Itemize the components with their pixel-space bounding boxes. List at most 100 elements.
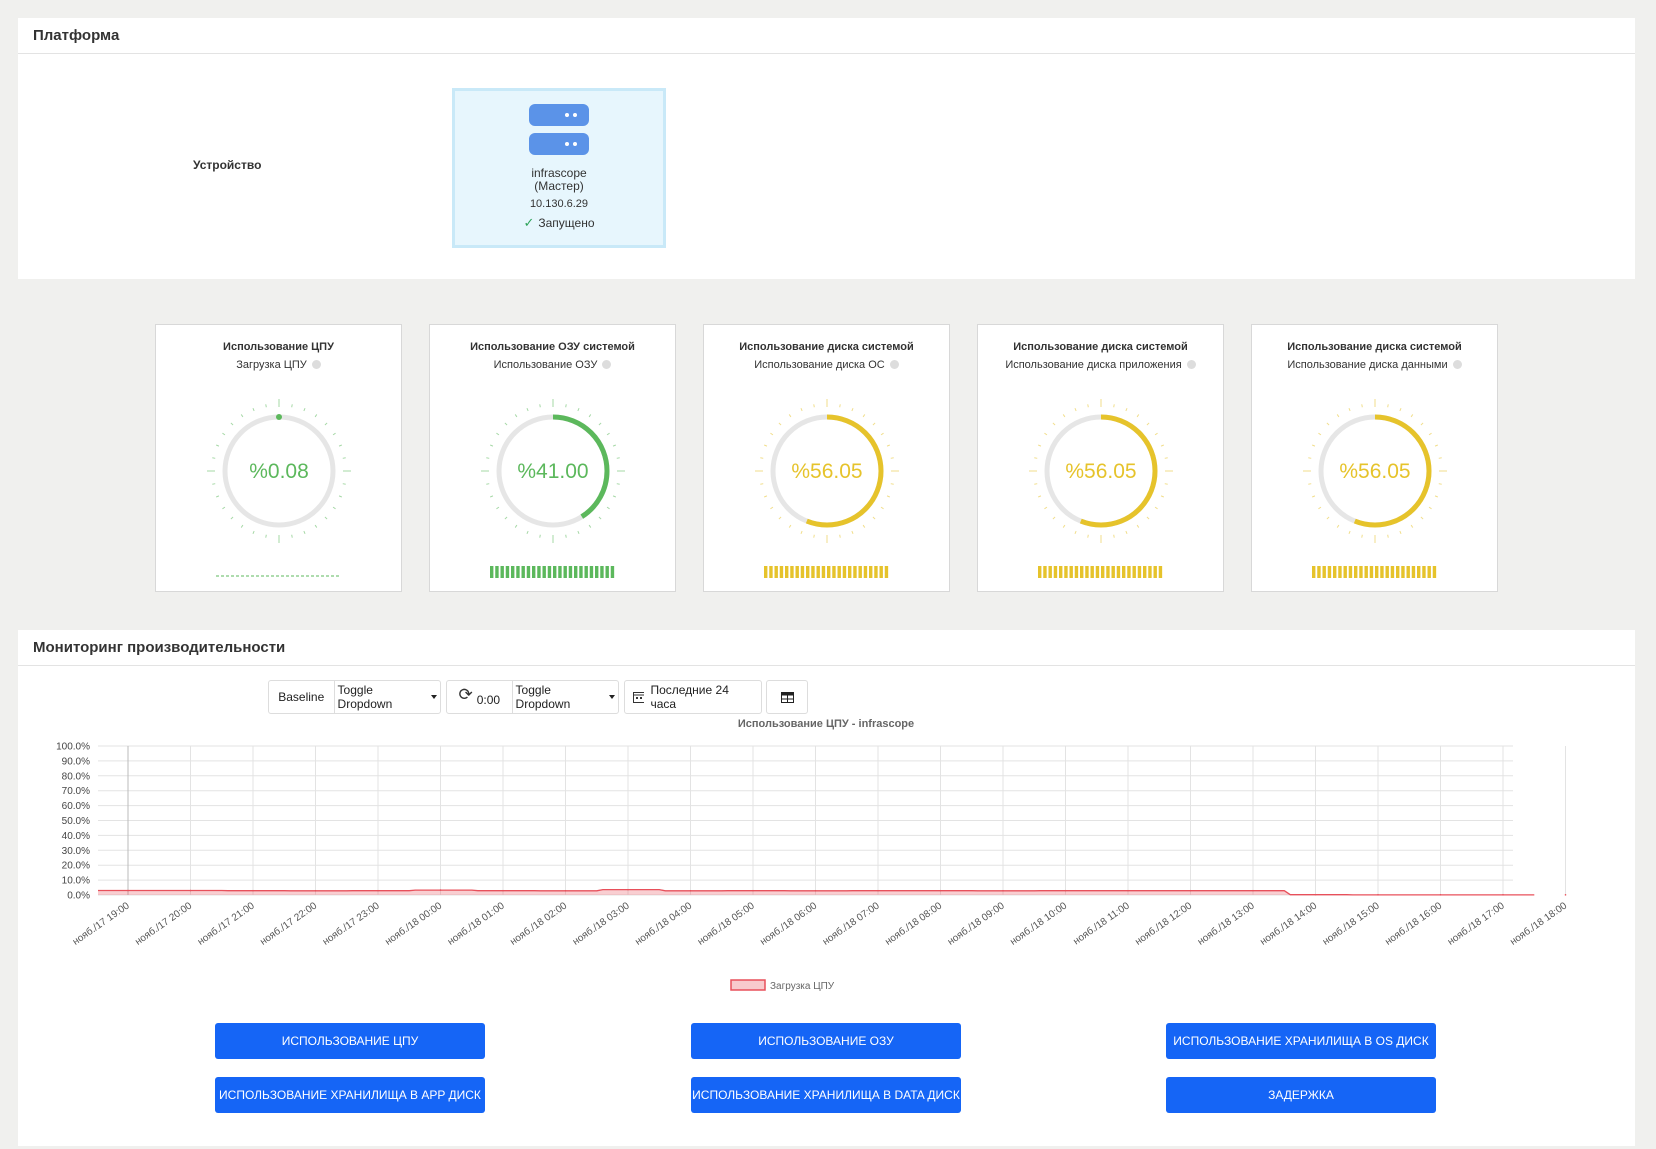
gauge-bar-segment [869, 566, 873, 578]
chart-grid [98, 745, 1566, 896]
gauge-bar-segment [1364, 566, 1368, 578]
gauge-tick [1160, 495, 1165, 498]
gauge-tick [1164, 483, 1168, 485]
status-dot-icon [1452, 360, 1462, 369]
gauge-tick [565, 534, 567, 538]
gauge-tick [514, 414, 518, 418]
gauge-value-text: %56.05 [791, 460, 862, 483]
gauge-tick [880, 432, 884, 436]
cpu-usage-button[interactable]: Использование ЦПУ [215, 1023, 485, 1059]
gauge-tick [1361, 534, 1363, 538]
series-point [314, 890, 317, 892]
gauge-bar [490, 566, 615, 578]
gauge-bar-segment [495, 566, 499, 578]
gauge-bar-segment [1432, 566, 1437, 578]
gauge-value-text: %0.08 [249, 460, 309, 483]
device-card[interactable]: infrascope (Мастер) 10.130.6.29 ✓ Запуще… [452, 88, 666, 248]
gauge-bar-segment [584, 566, 588, 578]
gauge-bar-segment [1116, 566, 1121, 578]
gauge-bar-segment [605, 566, 609, 578]
gauge-bar [1312, 566, 1437, 578]
data-disk-storage-button[interactable]: Использование хранилища в DATA диск [691, 1077, 961, 1113]
gauge-title: Использование ОЗУ системой [470, 341, 635, 353]
gauge-bar-segment [521, 566, 525, 578]
gauge-dial: %56.05 [755, 399, 899, 543]
gauge-bar-segment [1411, 566, 1416, 578]
gauge-bar-segment [879, 566, 883, 578]
gauge-tick [778, 516, 782, 520]
series-point [814, 890, 817, 892]
gauge-subtitle: Использование диска данными [1252, 359, 1497, 371]
gauge-bar-segment [1064, 566, 1068, 578]
os-disk-storage-button[interactable]: Использование хранилища в OS диск [1166, 1023, 1436, 1059]
y-tick-label: 50.0% [62, 816, 90, 827]
gauge-tick [890, 457, 894, 459]
gauge-tick [1308, 457, 1312, 459]
gauge-tick [489, 495, 494, 498]
gauge-tick [1044, 506, 1048, 510]
gauge-tick [1136, 414, 1140, 418]
gauge-bar-segment [600, 566, 604, 578]
x-tick-label: нояб./18 05:00 [695, 899, 757, 947]
x-tick-label: нояб./18 07:00 [820, 899, 882, 947]
gauge-tick [222, 432, 226, 436]
gauge-tick [788, 414, 792, 418]
gauge-tick [291, 534, 293, 538]
legend-label: Загрузка ЦПУ [770, 981, 835, 992]
legend-swatch [730, 979, 766, 991]
gauge-bar-segment [595, 566, 599, 578]
gauge-subtitle-text: Использование диска ОС [754, 359, 885, 371]
latency-button[interactable]: Задержка [1166, 1077, 1436, 1113]
gauge-bar-segment [764, 566, 768, 578]
series-point [939, 889, 942, 892]
gauge-tick [303, 530, 306, 535]
gauge-tick [1336, 524, 1340, 528]
gauge-tick [496, 506, 500, 510]
chart-legend[interactable]: Загрузка ЦПУ [730, 979, 835, 992]
gauge-tick [886, 444, 891, 447]
x-tick-label: нояб./18 10:00 [1008, 899, 1070, 947]
gauge-tick [565, 404, 567, 408]
gauge-bar-segment [516, 566, 520, 578]
gauge-tick [1154, 506, 1158, 510]
gauge-bar-segment [874, 566, 878, 578]
status-dot-icon [889, 360, 899, 369]
gauge-tick [1087, 534, 1089, 538]
gauge-tick [240, 524, 244, 528]
gauge-tick [1428, 432, 1432, 436]
gauge-tick [514, 524, 518, 528]
x-tick-label: нояб./18 06:00 [758, 899, 820, 947]
gauge-bar-segment [1143, 566, 1147, 578]
gauge-tick [1434, 495, 1439, 498]
chart-y-axis: 100.0% 90.0% 80.0% 70.0% 60.0% 50.0% 40.0% 30.0… [56, 742, 90, 902]
gauge-bar-segment [568, 566, 573, 578]
cpu-usage-chart: Использование ЦПУ - infrascope 100.0% 90.… [56, 718, 1569, 992]
gauge-bar-segment [821, 566, 826, 578]
gauge-bar-segment [1106, 566, 1110, 578]
x-tick-label: нояб./18 17:00 [1445, 899, 1507, 947]
gauge-bar-segment [1122, 566, 1126, 578]
gauge-tick [1318, 432, 1322, 436]
gauge-bar-segment [563, 566, 567, 578]
gauge-value-text: %56.05 [1065, 460, 1136, 483]
gauge-bar-segment [806, 566, 810, 578]
gauge-bar-segment [1333, 566, 1337, 578]
gauge-bar-segment [1354, 566, 1358, 578]
gauge-tick [788, 524, 792, 528]
gauge-tick [872, 516, 876, 520]
gauge-bar-segment [790, 566, 794, 578]
gauge-tick [839, 404, 841, 408]
gauge-tick [342, 457, 346, 459]
gauge-value-text: %41.00 [517, 460, 588, 483]
gauge-tick [1034, 457, 1038, 459]
gauge-tick [813, 404, 815, 408]
gauge-tick [1420, 516, 1424, 520]
gauge-tick [338, 495, 343, 498]
app-disk-storage-button[interactable]: Использование хранилища в APP диск [215, 1077, 485, 1113]
gauge-title: Использование диска системой [1287, 341, 1462, 353]
gauge-bar-segment [832, 566, 836, 578]
status-dot-icon [602, 360, 612, 369]
gauge-tick [314, 414, 318, 418]
ram-usage-button[interactable]: Использование ОЗУ [691, 1023, 961, 1059]
gauge-tick [252, 530, 255, 535]
